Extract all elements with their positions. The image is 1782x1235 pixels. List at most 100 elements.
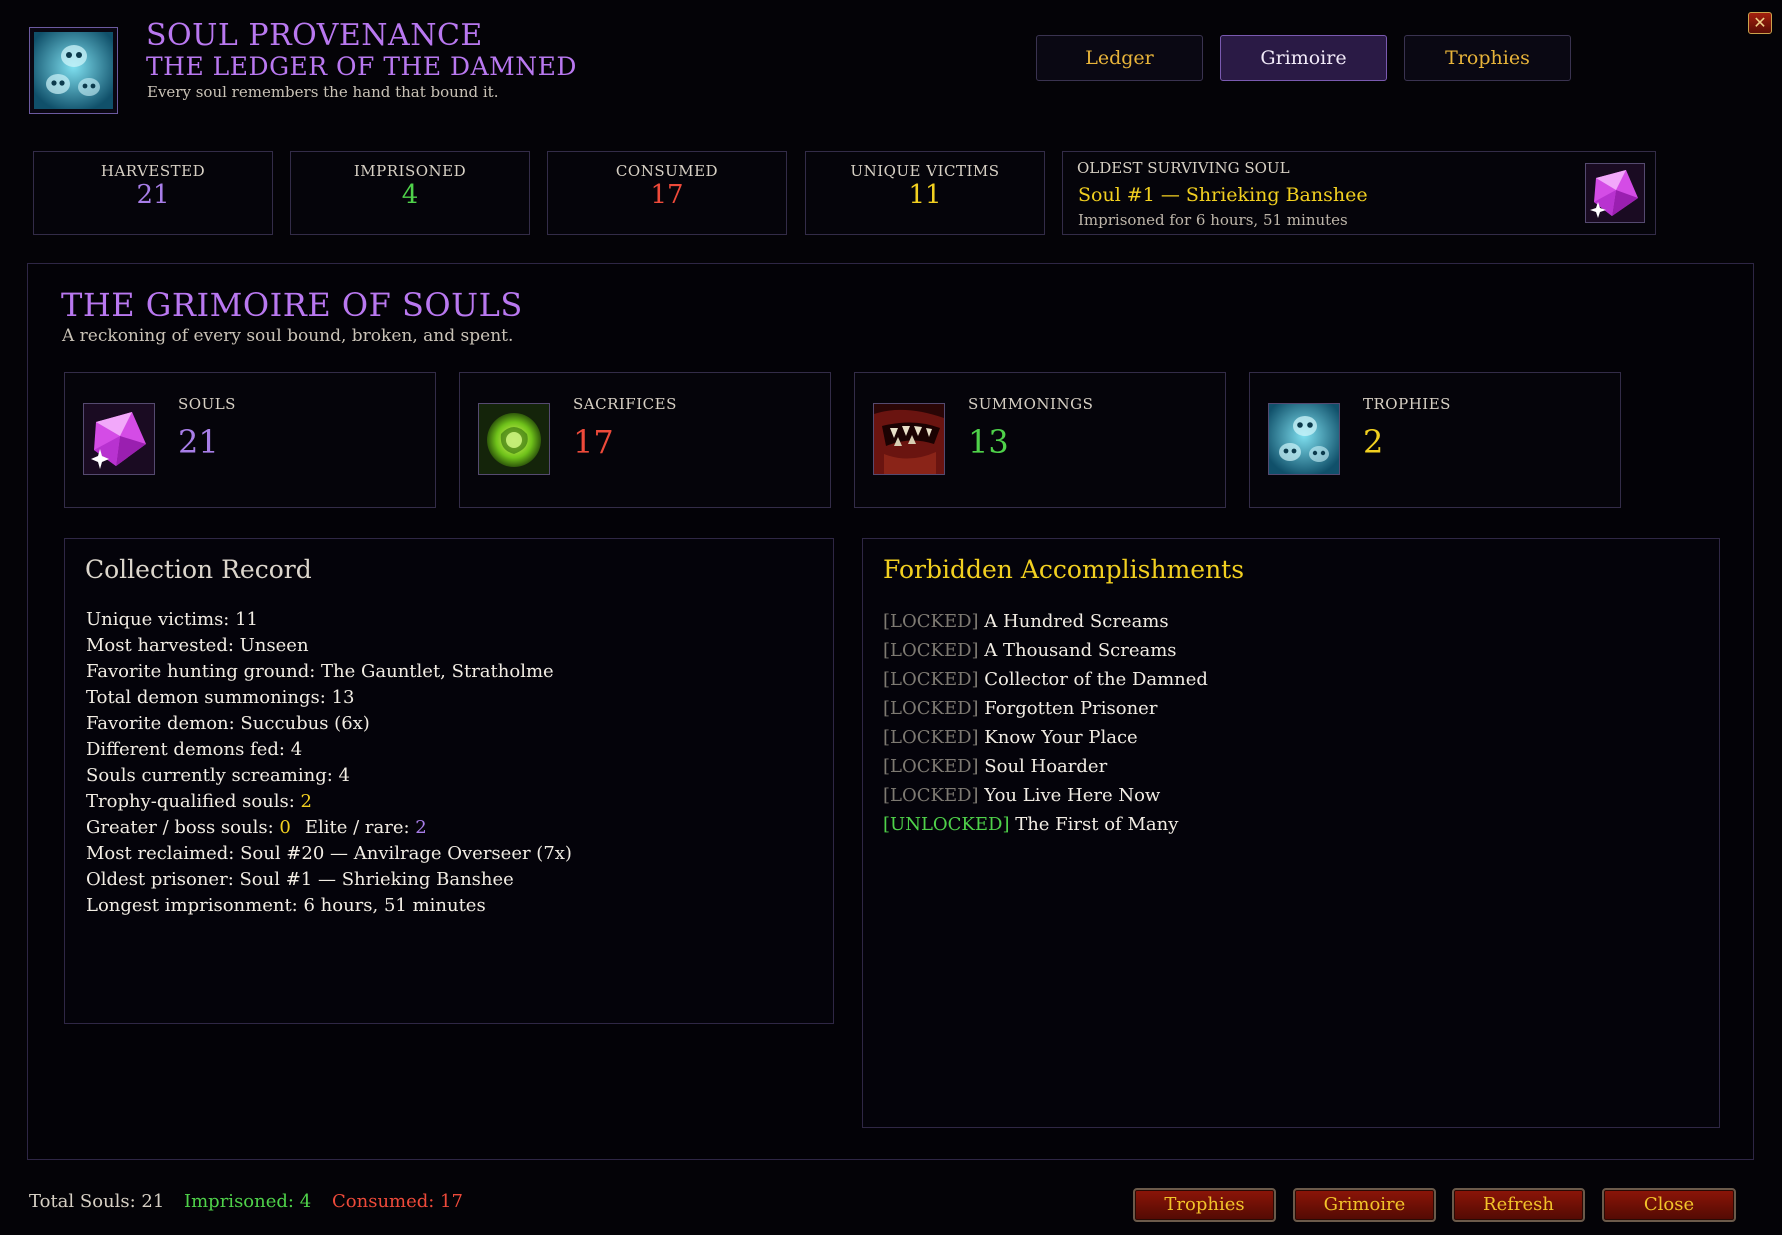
card-trophies: TROPHIES 2 <box>1249 372 1621 508</box>
accomplishment-item: [LOCKED] Collector of the Damned <box>883 665 1208 694</box>
footer-consumed: Consumed: 17 <box>332 1191 463 1212</box>
stat-imprisoned: IMPRISONED 4 <box>290 151 530 235</box>
stat-value: 21 <box>136 180 170 210</box>
grimoire-panel: THE GRIMOIRE OF SOULS A reckoning of eve… <box>27 263 1754 1160</box>
status-badge: [LOCKED] <box>883 611 979 632</box>
stat-unique-victims: UNIQUE VICTIMS 11 <box>805 151 1045 235</box>
record-line: Most harvested: Unseen <box>86 635 309 656</box>
status-badge: [UNLOCKED] <box>883 814 1010 835</box>
record-label: Greater / boss souls: <box>86 817 280 838</box>
close-button[interactable]: Close <box>1602 1188 1736 1222</box>
accomplishments-list: [LOCKED] A Hundred Screams [LOCKED] A Th… <box>883 607 1208 839</box>
stat-harvested: HARVESTED 21 <box>33 151 273 235</box>
footer-imprisoned: Imprisoned: 4 <box>184 1191 312 1212</box>
accomplishment-item: [LOCKED] Forgotten Prisoner <box>883 694 1208 723</box>
card-sacrifices: SACRIFICES 17 <box>459 372 831 508</box>
tab-grimoire[interactable]: Grimoire <box>1220 35 1387 81</box>
record-line: Most reclaimed: Soul #20 — Anvilrage Ove… <box>86 843 572 864</box>
demon-maw-icon <box>873 403 945 475</box>
card-value: 21 <box>178 423 219 461</box>
fel-orb-icon <box>478 403 550 475</box>
stat-value: 11 <box>908 180 942 210</box>
stat-value: 17 <box>650 180 684 210</box>
record-line: Oldest prisoner: Soul #1 — Shrieking Ban… <box>86 869 514 890</box>
status-badge: [LOCKED] <box>883 698 979 719</box>
collection-record-panel: Collection Record Unique victims: 11 Mos… <box>64 538 834 1024</box>
record-value: 2 <box>415 817 427 838</box>
record-label: Trophy-qualified souls: <box>86 791 301 812</box>
window-subtitle: THE LEDGER OF THE DAMNED <box>146 52 577 81</box>
status-badge: [LOCKED] <box>883 756 979 777</box>
status-badge: [LOCKED] <box>883 785 979 806</box>
stat-consumed: CONSUMED 17 <box>547 151 787 235</box>
accomplishments-title: Forbidden Accomplishments <box>883 555 1245 584</box>
status-badge: [LOCKED] <box>883 727 979 748</box>
soul-provenance-window: ✕ SOUL PROVENANCE THE LEDGER OF THE DAMN… <box>0 0 1782 1235</box>
accomplishment-name: A Hundred Screams <box>984 611 1169 632</box>
footer-total-souls: Total Souls: 21 <box>29 1191 165 1212</box>
card-summonings: SUMMONINGS 13 <box>854 372 1226 508</box>
collection-record-title: Collection Record <box>85 555 312 584</box>
oldest-soul-name: Soul #1 — Shrieking Banshee <box>1078 184 1368 206</box>
accomplishment-item: [LOCKED] You Live Here Now <box>883 781 1208 810</box>
card-label: SACRIFICES <box>573 395 677 413</box>
accomplishment-name: The First of Many <box>1015 814 1179 835</box>
record-line: Unique victims: 11 <box>86 609 259 630</box>
record-label: Elite / rare: <box>304 817 416 838</box>
stat-label: IMPRISONED <box>353 162 467 180</box>
accomplishment-item: [UNLOCKED] The First of Many <box>883 810 1208 839</box>
collection-record-list: Unique victims: 11 Most harvested: Unsee… <box>86 607 572 919</box>
accomplishment-item: [LOCKED] A Hundred Screams <box>883 607 1208 636</box>
refresh-button[interactable]: Refresh <box>1452 1188 1585 1222</box>
window-tagline: Every soul remembers the hand that bound… <box>147 83 499 101</box>
record-value: 0 <box>279 817 291 838</box>
card-value: 17 <box>573 423 614 461</box>
accomplishment-item: [LOCKED] Soul Hoarder <box>883 752 1208 781</box>
stat-label: UNIQUE VICTIMS <box>850 162 1000 180</box>
accomplishment-name: Forgotten Prisoner <box>984 698 1158 719</box>
accomplishment-name: A Thousand Screams <box>984 640 1177 661</box>
soul-gem-icon <box>83 403 155 475</box>
stat-label: CONSUMED <box>615 162 719 180</box>
card-label: TROPHIES <box>1363 395 1451 413</box>
status-badge: [LOCKED] <box>883 640 979 661</box>
record-line: Longest imprisonment: 6 hours, 51 minute… <box>86 895 486 916</box>
accomplishment-item: [LOCKED] A Thousand Screams <box>883 636 1208 665</box>
forbidden-accomplishments-panel: Forbidden Accomplishments [LOCKED] A Hun… <box>862 538 1720 1128</box>
accomplishment-name: Soul Hoarder <box>984 756 1108 777</box>
card-souls: SOULS 21 <box>64 372 436 508</box>
stat-label: HARVESTED <box>100 162 206 180</box>
record-value: 2 <box>300 791 312 812</box>
grimoire-subtitle: A reckoning of every soul bound, broken,… <box>62 326 514 346</box>
oldest-surviving-soul: OLDEST SURVIVING SOUL Soul #1 — Shriekin… <box>1062 151 1656 235</box>
record-line: Favorite demon: Succubus (6x) <box>86 713 370 734</box>
record-line: Favorite hunting ground: The Gauntlet, S… <box>86 661 554 682</box>
card-label: SOULS <box>178 395 236 413</box>
record-line: Total demon summonings: 13 <box>86 687 355 708</box>
card-value: 2 <box>1363 423 1384 461</box>
close-icon[interactable]: ✕ <box>1748 12 1772 34</box>
card-value: 13 <box>968 423 1009 461</box>
trophies-button[interactable]: Trophies <box>1133 1188 1276 1222</box>
stat-value: 4 <box>401 180 419 210</box>
tab-trophies[interactable]: Trophies <box>1404 35 1571 81</box>
skulls-portrait-icon <box>29 27 118 114</box>
record-line: Different demons fed: 4 <box>86 739 303 760</box>
grimoire-title: THE GRIMOIRE OF SOULS <box>61 286 523 324</box>
soul-gem-icon <box>1585 163 1645 223</box>
record-line: Souls currently screaming: 4 <box>86 765 350 786</box>
accomplishment-name: You Live Here Now <box>984 785 1161 806</box>
accomplishment-item: [LOCKED] Know Your Place <box>883 723 1208 752</box>
tab-ledger[interactable]: Ledger <box>1036 35 1203 81</box>
record-line: Trophy-qualified souls: 2 <box>86 789 572 815</box>
grimoire-button[interactable]: Grimoire <box>1293 1188 1436 1222</box>
card-label: SUMMONINGS <box>968 395 1094 413</box>
accomplishment-name: Collector of the Damned <box>984 669 1208 690</box>
oldest-soul-duration: Imprisoned for 6 hours, 51 minutes <box>1078 211 1348 229</box>
record-line: Greater / boss souls: 0 Elite / rare: 2 <box>86 815 572 841</box>
accomplishment-name: Know Your Place <box>984 727 1138 748</box>
oldest-label: OLDEST SURVIVING SOUL <box>1077 159 1290 177</box>
window-title: SOUL PROVENANCE <box>146 18 483 53</box>
status-badge: [LOCKED] <box>883 669 979 690</box>
skulls-icon <box>1268 403 1340 475</box>
